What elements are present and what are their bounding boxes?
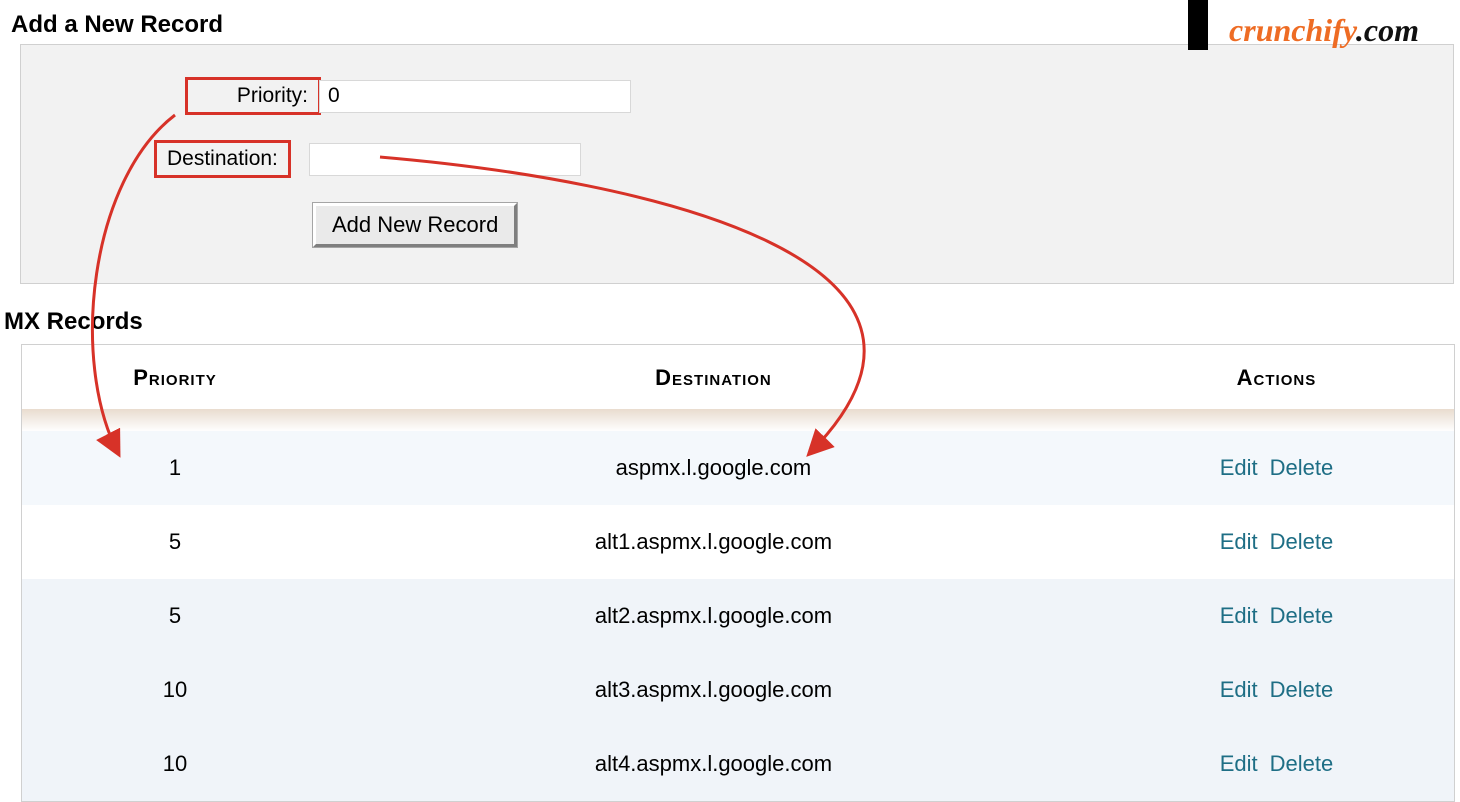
watermark-suffix: .com	[1356, 12, 1419, 48]
table-row: 5alt1.aspmx.l.google.com Edit Delete	[22, 505, 1455, 579]
delete-link[interactable]: Delete	[1270, 677, 1334, 702]
cell-actions: Edit Delete	[1099, 579, 1455, 653]
col-header-destination: Destination	[328, 345, 1099, 410]
edit-link[interactable]: Edit	[1220, 751, 1258, 776]
table-row: 1aspmx.l.google.com Edit Delete	[22, 431, 1455, 505]
cell-actions: Edit Delete	[1099, 431, 1455, 505]
edit-link[interactable]: Edit	[1220, 529, 1258, 554]
add-new-record-button[interactable]: Add New Record	[313, 203, 517, 247]
edit-link[interactable]: Edit	[1220, 455, 1258, 480]
delete-link[interactable]: Delete	[1270, 751, 1334, 776]
cell-actions: Edit Delete	[1099, 727, 1455, 802]
cell-destination: alt1.aspmx.l.google.com	[328, 505, 1099, 579]
destination-row: Destination:	[154, 140, 581, 178]
header-separator	[22, 409, 1455, 431]
cell-destination: alt3.aspmx.l.google.com	[328, 653, 1099, 727]
cell-priority: 5	[22, 505, 328, 579]
cell-destination: alt4.aspmx.l.google.com	[328, 727, 1099, 802]
priority-label: Priority:	[185, 77, 321, 115]
watermark-banner: crunchify.com	[1188, 0, 1460, 60]
add-record-panel: Priority: Destination: Add New Record	[20, 44, 1454, 284]
edit-link[interactable]: Edit	[1220, 603, 1258, 628]
mx-records-heading: MX Records	[4, 308, 143, 336]
delete-link[interactable]: Delete	[1270, 529, 1334, 554]
table-row: 10alt4.aspmx.l.google.com Edit Delete	[22, 727, 1455, 802]
cell-priority: 1	[22, 431, 328, 505]
cell-actions: Edit Delete	[1099, 505, 1455, 579]
edit-link[interactable]: Edit	[1220, 677, 1258, 702]
cell-actions: Edit Delete	[1099, 653, 1455, 727]
cell-priority: 10	[22, 727, 328, 802]
col-header-priority: Priority	[22, 345, 328, 410]
mx-records-table: Priority Destination Actions 1aspmx.l.go…	[21, 344, 1455, 802]
watermark-brand: crunchify	[1229, 12, 1356, 48]
add-record-heading: Add a New Record	[11, 11, 223, 39]
destination-label: Destination:	[154, 140, 291, 178]
col-header-actions: Actions	[1099, 345, 1455, 410]
delete-link[interactable]: Delete	[1270, 603, 1334, 628]
cell-destination: alt2.aspmx.l.google.com	[328, 579, 1099, 653]
cell-priority: 10	[22, 653, 328, 727]
delete-link[interactable]: Delete	[1270, 455, 1334, 480]
destination-input[interactable]	[309, 143, 581, 176]
cell-priority: 5	[22, 579, 328, 653]
watermark-bar-icon	[1188, 0, 1208, 50]
table-row: 10alt3.aspmx.l.google.com Edit Delete	[22, 653, 1455, 727]
table-row: 5alt2.aspmx.l.google.com Edit Delete	[22, 579, 1455, 653]
priority-input[interactable]	[319, 80, 631, 113]
cell-destination: aspmx.l.google.com	[328, 431, 1099, 505]
priority-row: Priority:	[185, 77, 631, 115]
